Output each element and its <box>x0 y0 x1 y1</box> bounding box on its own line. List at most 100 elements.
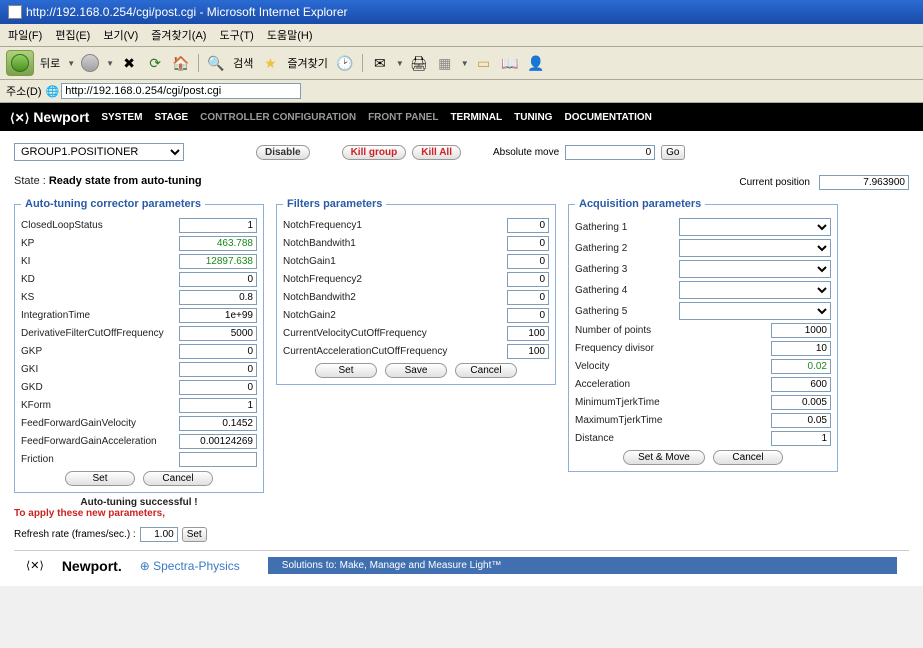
favorites-button[interactable]: ★ <box>259 52 281 74</box>
refresh-input[interactable] <box>140 527 178 542</box>
param-input-ClosedLoopStatus[interactable] <box>179 218 257 233</box>
acq-row: Acceleration <box>575 377 831 392</box>
param-input-MinimumTjerkTime[interactable] <box>771 395 831 410</box>
param-input-Number of points[interactable] <box>771 323 831 338</box>
search-button[interactable]: 🔍 <box>205 52 227 74</box>
research-button[interactable]: 📖 <box>499 52 521 74</box>
forward-button[interactable] <box>79 52 101 74</box>
edit-dropdown-icon[interactable]: ▼ <box>461 59 469 68</box>
menu-tools[interactable]: 도구(T) <box>220 30 254 42</box>
disable-button[interactable]: Disable <box>256 145 310 160</box>
param-input-KS[interactable] <box>179 290 257 305</box>
nav-stage[interactable]: STAGE <box>154 112 188 123</box>
mail-dropdown-icon[interactable]: ▼ <box>396 59 404 68</box>
param-input-Acceleration[interactable] <box>771 377 831 392</box>
gathering-select-4[interactable] <box>679 281 831 299</box>
param-input-NotchGain2[interactable] <box>507 308 549 323</box>
state-value: Ready state from auto-tuning <box>49 175 202 187</box>
kill-all-button[interactable]: Kill All <box>412 145 461 160</box>
autotune-message: Auto-tuning successful ! To apply these … <box>14 497 264 519</box>
menu-file[interactable]: 파일(F) <box>8 30 42 42</box>
gathering-row: Gathering 3 <box>575 260 831 278</box>
menu-edit[interactable]: 편집(E) <box>55 30 90 42</box>
back-icon <box>11 54 29 72</box>
param-input-GKI[interactable] <box>179 362 257 377</box>
param-input-GKD[interactable] <box>179 380 257 395</box>
param-input-FeedForwardGainAcceleration[interactable] <box>179 434 257 449</box>
autotune-cancel-button[interactable]: Cancel <box>143 471 213 486</box>
refresh-set-button[interactable]: Set <box>182 527 207 542</box>
param-label: KP <box>21 238 34 249</box>
autotune-panel: Auto-tuning corrector parameters ClosedL… <box>14 198 264 493</box>
param-input-NotchBandwith1[interactable] <box>507 236 549 251</box>
menu-help[interactable]: 도움말(H) <box>267 30 313 42</box>
gathering-select-5[interactable] <box>679 302 831 320</box>
messenger-button[interactable]: 👤 <box>525 52 547 74</box>
param-input-MaximumTjerkTime[interactable] <box>771 413 831 428</box>
edit-button[interactable]: ▦ <box>434 52 456 74</box>
menu-favorites[interactable]: 즐겨찾기(A) <box>151 30 206 42</box>
param-input-KForm[interactable] <box>179 398 257 413</box>
autotune-set-button[interactable]: Set <box>65 471 135 486</box>
back-button[interactable] <box>6 50 34 76</box>
param-input-FeedForwardGainVelocity[interactable] <box>179 416 257 431</box>
nav-frontpanel[interactable]: FRONT PANEL <box>368 112 438 123</box>
autotune-success: Auto-tuning successful ! <box>14 497 264 508</box>
acq-setmove-button[interactable]: Set & Move <box>623 450 705 465</box>
param-input-NotchFrequency2[interactable] <box>507 272 549 287</box>
history-button[interactable]: 🕑 <box>334 52 356 74</box>
gathering-select-2[interactable] <box>679 239 831 257</box>
filters-save-button[interactable]: Save <box>385 363 447 378</box>
param-input-GKP[interactable] <box>179 344 257 359</box>
nav-documentation[interactable]: DOCUMENTATION <box>564 112 651 123</box>
param-input-CurrentAccelerationCutOffFrequency[interactable] <box>507 344 549 359</box>
go-button[interactable]: Go <box>661 145 684 160</box>
autotune-row: FeedForwardGainAcceleration <box>21 434 257 449</box>
param-input-Friction[interactable] <box>179 452 257 467</box>
nav-terminal[interactable]: TERMINAL <box>450 112 502 123</box>
window-title: http://192.168.0.254/cgi/post.cgi - Micr… <box>26 5 348 19</box>
toolbar-sep-2 <box>362 54 363 72</box>
mail-button[interactable]: ✉ <box>369 52 391 74</box>
menu-view[interactable]: 보기(V) <box>103 30 138 42</box>
gathering-select-3[interactable] <box>679 260 831 278</box>
acq-cancel-button[interactable]: Cancel <box>713 450 783 465</box>
footer-newport-icon: ⟨✕⟩ <box>26 559 44 572</box>
param-input-KI[interactable] <box>179 254 257 269</box>
back-dropdown-icon[interactable]: ▼ <box>67 59 75 68</box>
param-label: NotchBandwith1 <box>283 238 356 249</box>
nav-system[interactable]: SYSTEM <box>101 112 142 123</box>
absolute-move-input[interactable] <box>565 145 655 160</box>
address-input[interactable] <box>61 83 301 99</box>
filters-set-button[interactable]: Set <box>315 363 377 378</box>
param-input-IntegrationTime[interactable] <box>179 308 257 323</box>
nav-tuning[interactable]: TUNING <box>514 112 552 123</box>
kill-group-button[interactable]: Kill group <box>342 145 407 160</box>
gathering-select-1[interactable] <box>679 218 831 236</box>
positioner-select[interactable]: GROUP1.POSITIONER <box>14 143 184 161</box>
filters-row: NotchFrequency2 <box>283 272 549 287</box>
param-input-Frequency divisor[interactable] <box>771 341 831 356</box>
acquisition-panel: Acquisition parameters Gathering 1Gather… <box>568 198 838 472</box>
stop-button[interactable]: ✖ <box>118 52 140 74</box>
refresh-button[interactable]: ⟳ <box>144 52 166 74</box>
filters-cancel-button[interactable]: Cancel <box>455 363 517 378</box>
param-label: Friction <box>21 454 54 465</box>
param-input-Velocity[interactable] <box>771 359 831 374</box>
print-button[interactable]: 🖨 <box>408 52 430 74</box>
param-label: Acceleration <box>575 379 630 390</box>
discuss-button[interactable]: ▭ <box>473 52 495 74</box>
param-input-CurrentVelocityCutOffFrequency[interactable] <box>507 326 549 341</box>
param-input-NotchGain1[interactable] <box>507 254 549 269</box>
param-input-Distance[interactable] <box>771 431 831 446</box>
ie-icon <box>8 5 22 19</box>
param-input-NotchBandwith2[interactable] <box>507 290 549 305</box>
param-input-NotchFrequency1[interactable] <box>507 218 549 233</box>
gathering-label: Gathering 4 <box>575 285 627 296</box>
forward-dropdown-icon[interactable]: ▼ <box>106 59 114 68</box>
param-input-KD[interactable] <box>179 272 257 287</box>
param-input-KP[interactable] <box>179 236 257 251</box>
home-button[interactable]: 🏠 <box>170 52 192 74</box>
param-input-DerivativeFilterCutOffFrequency[interactable] <box>179 326 257 341</box>
nav-controller[interactable]: CONTROLLER CONFIGURATION <box>200 112 356 123</box>
